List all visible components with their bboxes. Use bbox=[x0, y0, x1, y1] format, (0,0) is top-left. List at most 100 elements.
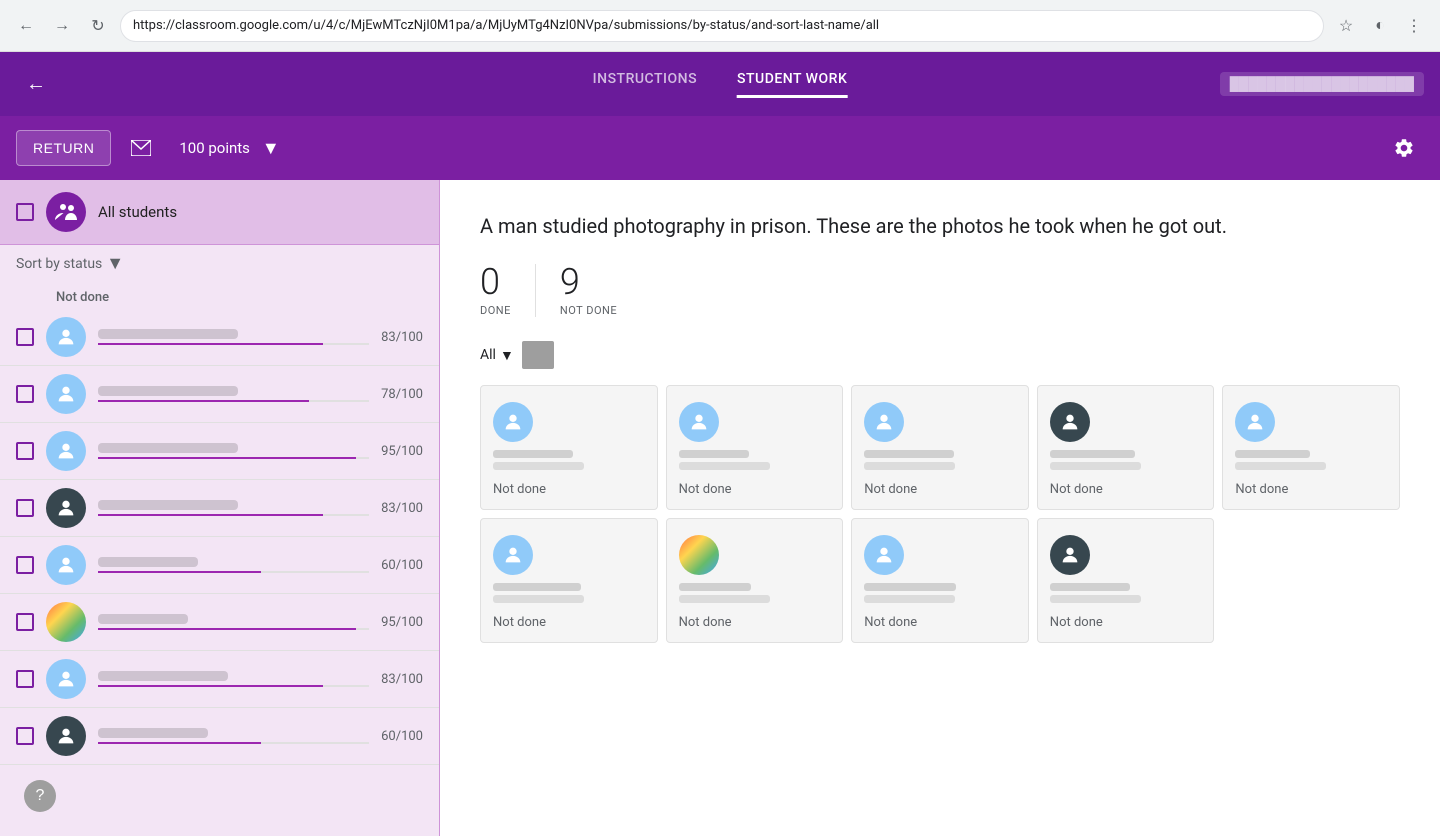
card-avatar bbox=[679, 402, 719, 442]
bookmark-button[interactable]: ☆ bbox=[1332, 12, 1360, 40]
card-name-blur-2 bbox=[1050, 462, 1141, 470]
all-students-checkbox[interactable] bbox=[16, 203, 34, 221]
app-back-button[interactable]: ← bbox=[16, 64, 56, 104]
card-status: Not done bbox=[679, 482, 732, 497]
card-name-blur-2 bbox=[864, 462, 955, 470]
instructions-tab[interactable]: INSTRUCTIONS bbox=[593, 71, 697, 98]
sort-label[interactable]: Sort by status bbox=[16, 256, 102, 272]
return-button[interactable]: RETURN bbox=[16, 130, 111, 166]
email-button[interactable] bbox=[123, 130, 159, 166]
menu-button[interactable]: ⋮ bbox=[1400, 12, 1428, 40]
student-name-blur bbox=[98, 329, 238, 339]
student-card[interactable]: Not done bbox=[1222, 385, 1400, 510]
student-name-blur bbox=[98, 671, 228, 681]
points-dropdown[interactable]: ▼ bbox=[262, 138, 280, 159]
student-row[interactable]: 95/100 bbox=[0, 423, 439, 480]
all-students-row[interactable]: All students bbox=[0, 180, 439, 245]
student-score: 83/100 bbox=[381, 330, 423, 345]
card-name-blur bbox=[864, 450, 954, 458]
student-score: 83/100 bbox=[381, 672, 423, 687]
student-row[interactable]: 83/100 bbox=[0, 309, 439, 366]
student-row[interactable]: 83/100 bbox=[0, 480, 439, 537]
filter-select[interactable]: All ▼ bbox=[480, 347, 514, 364]
student-work-tab[interactable]: STUDENT WORK bbox=[737, 71, 847, 98]
all-students-avatar bbox=[46, 192, 86, 232]
header-right: ████████████████████ bbox=[1220, 72, 1424, 96]
card-name-blur bbox=[1235, 450, 1310, 458]
folder-icon[interactable] bbox=[522, 341, 554, 369]
student-card[interactable]: Not done bbox=[851, 385, 1029, 510]
assignment-title: A man studied photography in prison. The… bbox=[480, 212, 1400, 240]
student-name-blur bbox=[98, 386, 238, 396]
card-name-blur-2 bbox=[493, 462, 584, 470]
header-user: ████████████████████ bbox=[1220, 72, 1424, 96]
student-card[interactable]: Not done bbox=[1037, 385, 1215, 510]
sort-bar: Sort by status ▼ bbox=[0, 245, 439, 282]
filter-chevron-icon[interactable]: ▼ bbox=[500, 347, 514, 364]
student-card[interactable]: Not done bbox=[480, 518, 658, 643]
card-status: Not done bbox=[1050, 482, 1103, 497]
card-name-blur bbox=[1050, 450, 1135, 458]
extension-button[interactable]: ◐ bbox=[1366, 12, 1394, 40]
student-score: 60/100 bbox=[381, 729, 423, 744]
card-name-blur bbox=[1050, 583, 1130, 591]
student-row[interactable]: 78/100 bbox=[0, 366, 439, 423]
student-card[interactable]: Not done bbox=[666, 385, 844, 510]
back-button[interactable]: ← bbox=[12, 12, 40, 40]
card-avatar bbox=[864, 535, 904, 575]
header-tabs: INSTRUCTIONS STUDENT WORK bbox=[593, 71, 848, 98]
card-name-blur-2 bbox=[864, 595, 955, 603]
student-name-area bbox=[98, 557, 369, 573]
student-checkbox[interactable] bbox=[16, 499, 34, 517]
all-students-label: All students bbox=[98, 203, 177, 221]
browser-bar: ← → ↻ https://classroom.google.com/u/4/c… bbox=[0, 0, 1440, 52]
card-name-blur bbox=[493, 583, 581, 591]
card-status: Not done bbox=[864, 482, 917, 497]
forward-button[interactable]: → bbox=[48, 12, 76, 40]
student-avatar bbox=[46, 545, 86, 585]
student-score: 95/100 bbox=[381, 444, 423, 459]
student-name-blur bbox=[98, 443, 238, 453]
student-checkbox[interactable] bbox=[16, 385, 34, 403]
student-score: 83/100 bbox=[381, 501, 423, 516]
student-row[interactable]: 95/100 bbox=[0, 594, 439, 651]
student-checkbox[interactable] bbox=[16, 328, 34, 346]
student-checkbox[interactable] bbox=[16, 442, 34, 460]
not-done-label: NOT DONE bbox=[560, 304, 617, 317]
main-layout: All students Sort by status ▼ Not done 8… bbox=[0, 180, 1440, 836]
student-card[interactable]: Not done bbox=[480, 385, 658, 510]
student-score: 78/100 bbox=[381, 387, 423, 402]
student-checkbox[interactable] bbox=[16, 556, 34, 574]
card-status: Not done bbox=[1235, 482, 1288, 497]
student-row[interactable]: 83/100 bbox=[0, 651, 439, 708]
settings-button[interactable] bbox=[1384, 128, 1424, 168]
filter-label: All bbox=[480, 347, 496, 363]
reload-button[interactable]: ↻ bbox=[84, 12, 112, 40]
sort-dropdown-icon[interactable]: ▼ bbox=[106, 253, 124, 274]
student-name-area bbox=[98, 386, 369, 402]
card-name-blur-2 bbox=[679, 595, 770, 603]
help-button[interactable]: ? bbox=[24, 780, 56, 812]
card-status: Not done bbox=[493, 482, 546, 497]
sidebar: All students Sort by status ▼ Not done 8… bbox=[0, 180, 440, 836]
card-status: Not done bbox=[864, 615, 917, 630]
stat-divider bbox=[535, 264, 536, 317]
card-name-blur-2 bbox=[679, 462, 770, 470]
url-text: https://classroom.google.com/u/4/c/MjEwM… bbox=[133, 18, 1311, 33]
student-card[interactable]: Not done bbox=[851, 518, 1029, 643]
student-card[interactable]: Not done bbox=[666, 518, 844, 643]
card-avatar bbox=[1235, 402, 1275, 442]
student-name-blur bbox=[98, 728, 208, 738]
student-checkbox[interactable] bbox=[16, 727, 34, 745]
student-avatar bbox=[46, 431, 86, 471]
done-label: DONE bbox=[480, 304, 511, 317]
card-name-blur bbox=[679, 583, 751, 591]
card-name-blur-2 bbox=[1050, 595, 1141, 603]
url-bar[interactable]: https://classroom.google.com/u/4/c/MjEwM… bbox=[120, 10, 1324, 42]
card-status: Not done bbox=[493, 615, 546, 630]
student-row[interactable]: 60/100 bbox=[0, 708, 439, 765]
student-checkbox[interactable] bbox=[16, 670, 34, 688]
student-card[interactable]: Not done bbox=[1037, 518, 1215, 643]
student-row[interactable]: 60/100 bbox=[0, 537, 439, 594]
student-checkbox[interactable] bbox=[16, 613, 34, 631]
